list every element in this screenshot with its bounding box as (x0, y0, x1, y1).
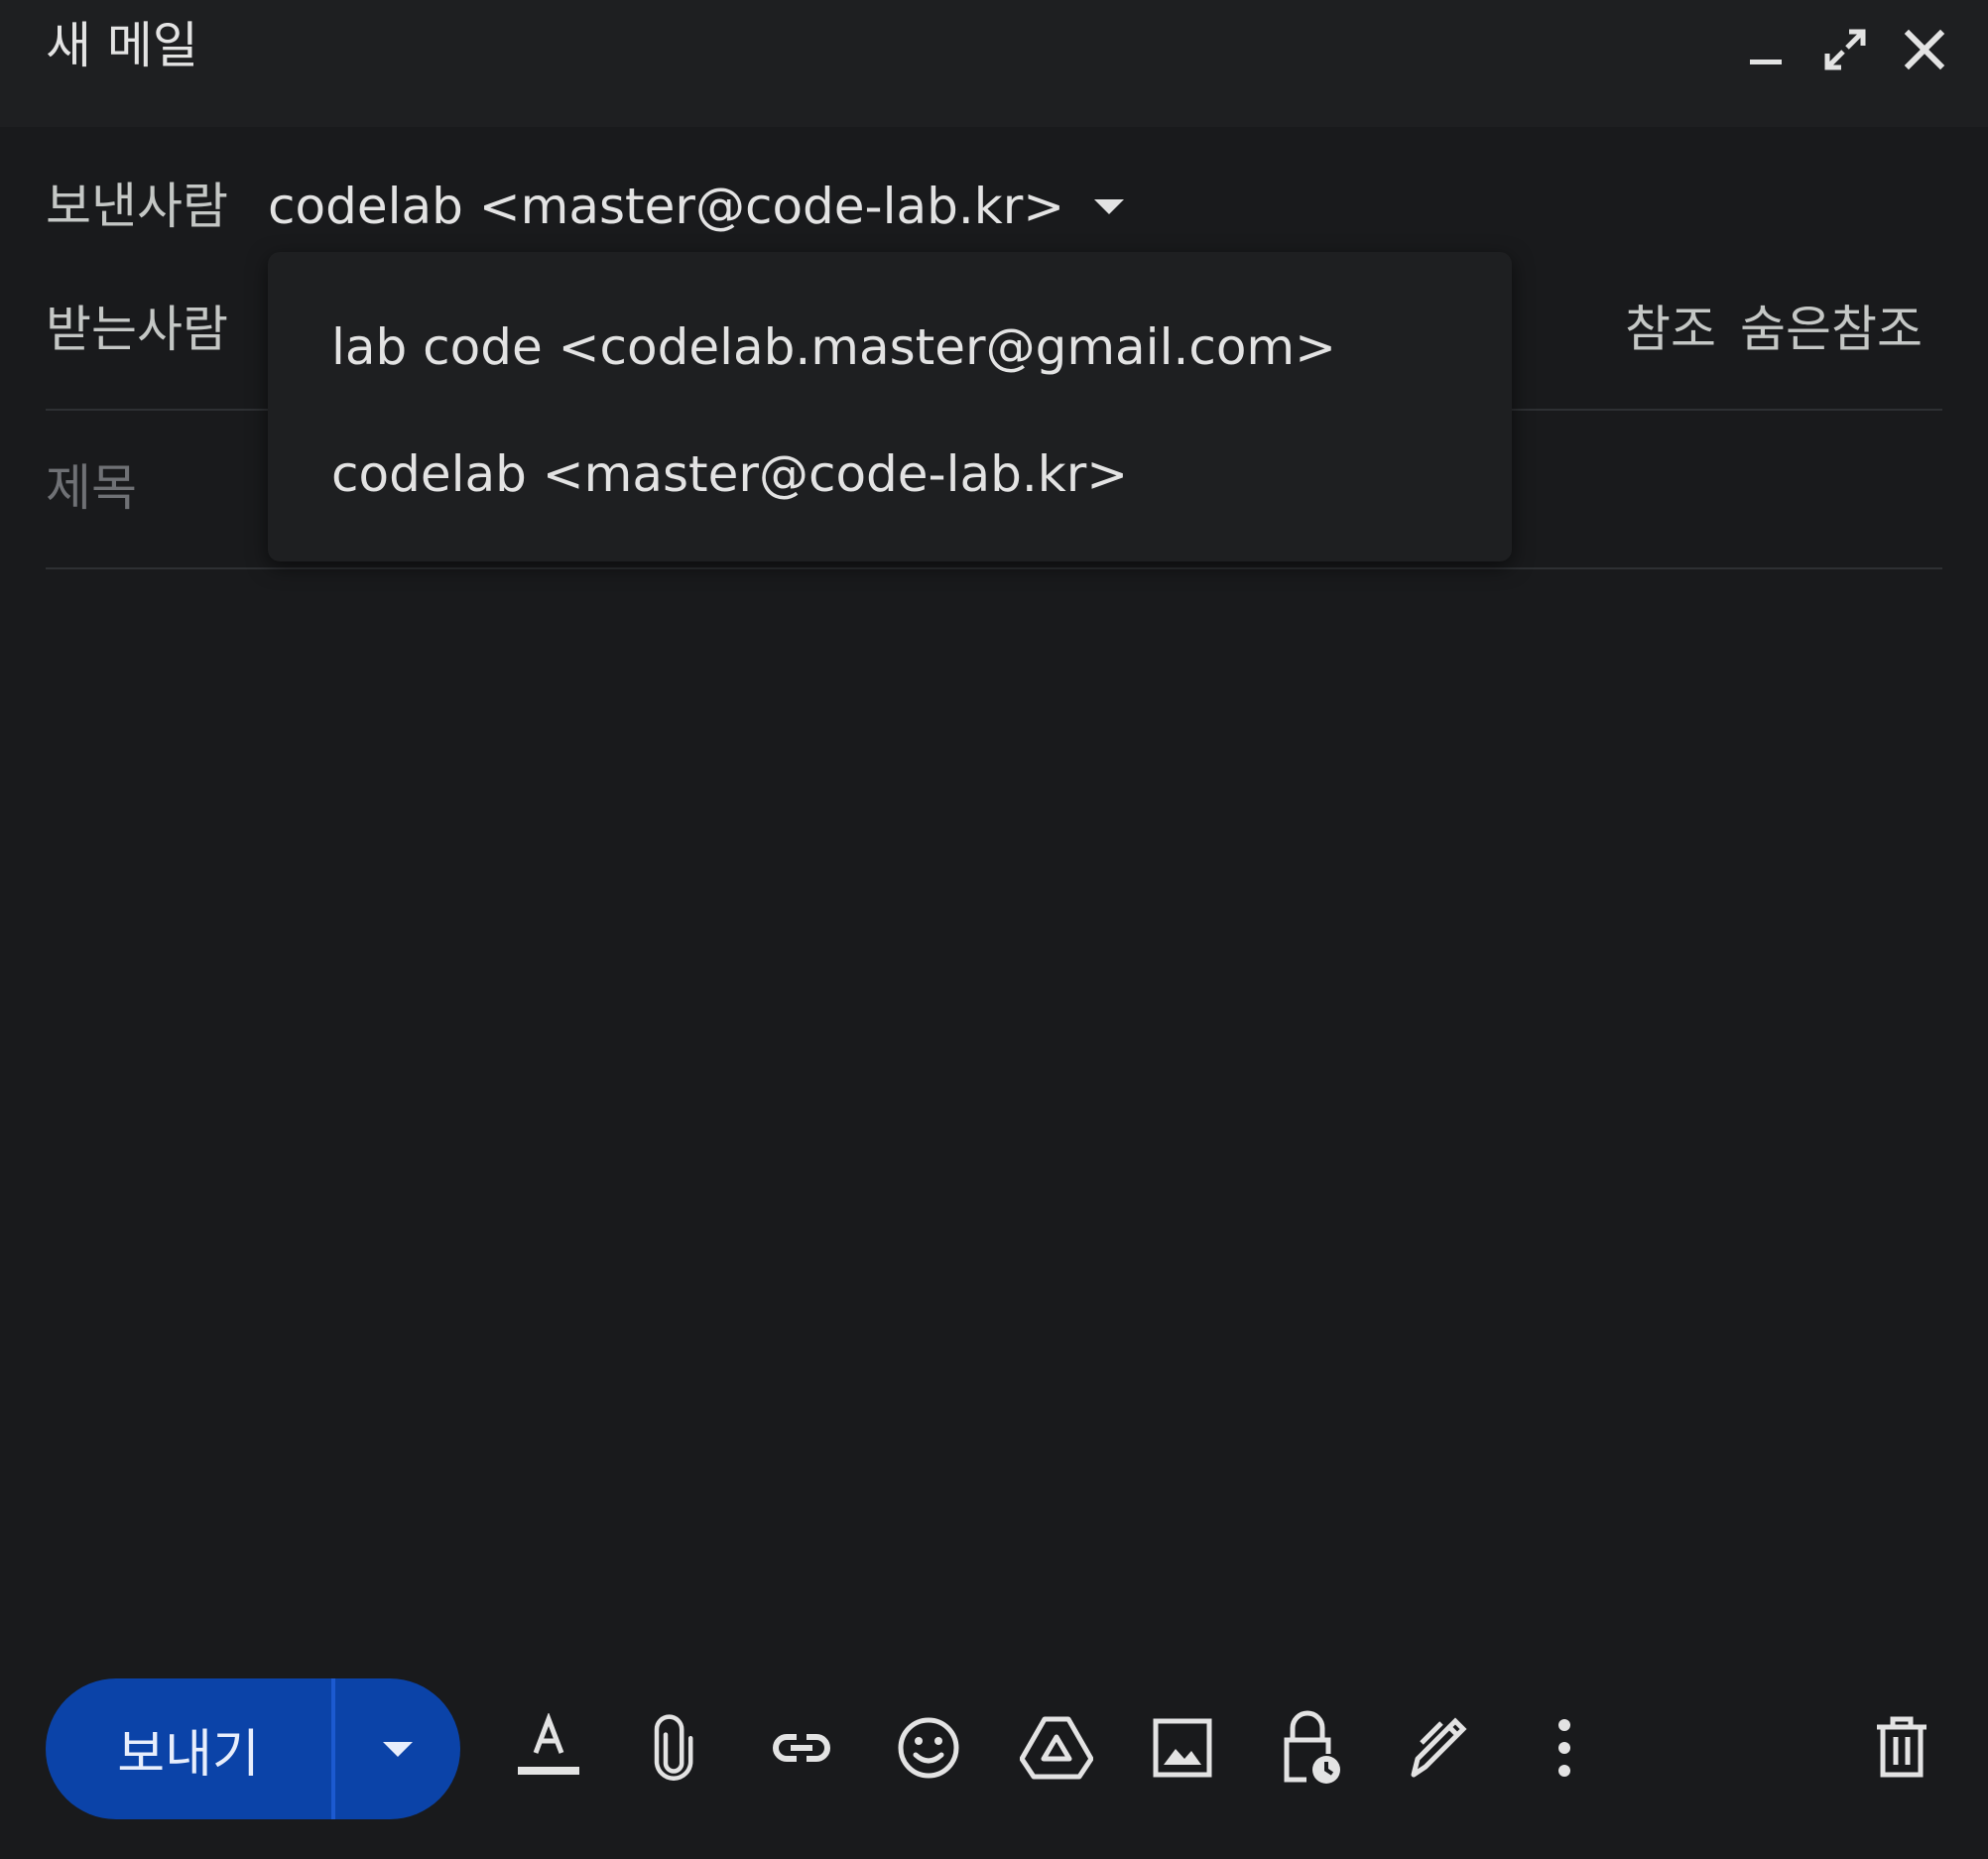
insert-link-icon (773, 1734, 830, 1762)
minimize-icon (1750, 60, 1782, 64)
confidential-mode-button[interactable] (1260, 1698, 1359, 1797)
format-text-icon (518, 1713, 579, 1775)
from-option-gmail[interactable]: lab code <codelab.master@gmail.com> (331, 315, 1336, 379)
schedule-send-button[interactable] (335, 1678, 460, 1819)
subject-input[interactable]: 제목 (46, 456, 137, 520)
send-button[interactable]: 보내기 (46, 1678, 331, 1819)
discard-draft-button[interactable] (1852, 1698, 1951, 1797)
subject-divider (46, 567, 1942, 569)
compose-toolbar: 보내기 (0, 1676, 1988, 1819)
attach-button[interactable] (624, 1698, 723, 1797)
bcc-link[interactable]: 숨은참조 (1740, 301, 1923, 358)
minimize-button[interactable] (1736, 20, 1796, 79)
insert-photo-button[interactable] (1133, 1698, 1232, 1797)
caret-down-icon (383, 1742, 413, 1757)
from-value: codelab <master@code-lab.kr> (268, 178, 1065, 235)
discard-draft-icon (1877, 1716, 1926, 1778)
attach-file-icon (654, 1714, 693, 1781)
insert-emoji-icon (898, 1717, 959, 1779)
fullscreen-button[interactable] (1815, 20, 1875, 79)
insert-link-button[interactable] (752, 1698, 851, 1797)
google-drive-icon (1020, 1716, 1093, 1780)
signature-icon (1411, 1717, 1467, 1778)
to-label: 받는사람 (46, 301, 228, 358)
from-label: 보낸사람 (46, 178, 228, 235)
send-button-group: 보내기 (46, 1678, 460, 1819)
from-selector[interactable]: codelab <master@code-lab.kr> (268, 175, 1126, 238)
compose-titlebar[interactable]: 새 메일 (0, 0, 1988, 127)
close-button[interactable] (1895, 20, 1954, 79)
more-options-button[interactable] (1515, 1698, 1614, 1797)
compose-window: 새 메일 보낸사람 codelab <master@code-lab.kr> 받… (0, 0, 1988, 1859)
cc-bcc-links: 참조 숨은참조 (1601, 298, 1923, 361)
caret-down-icon (1094, 199, 1125, 214)
insert-photo-icon (1153, 1718, 1212, 1778)
confidential-mode-icon (1284, 1710, 1340, 1784)
formatting-button[interactable] (499, 1698, 598, 1797)
more-options-icon (1558, 1719, 1570, 1777)
from-dropdown-menu: lab code <codelab.master@gmail.com> code… (268, 252, 1512, 561)
close-icon (1904, 29, 1945, 70)
from-option-codelab[interactable]: codelab <master@code-lab.kr> (331, 442, 1128, 506)
cc-link[interactable]: 참조 (1625, 301, 1716, 358)
emoji-button[interactable] (879, 1698, 978, 1797)
expand-icon (1824, 29, 1866, 70)
signature-button[interactable] (1387, 1698, 1486, 1797)
compose-title: 새 메일 (46, 17, 198, 74)
drive-button[interactable] (1007, 1698, 1106, 1797)
